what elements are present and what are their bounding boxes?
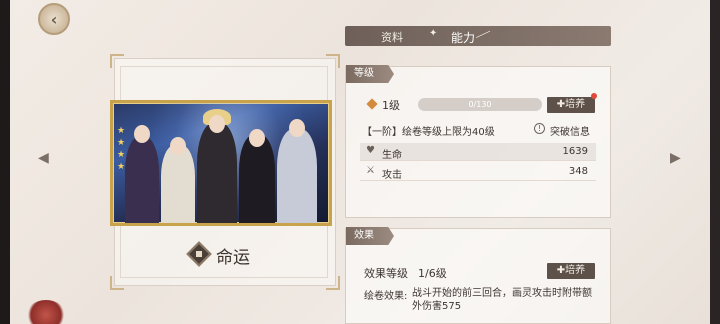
effect-train-button[interactable]: ✚培养: [547, 263, 595, 279]
frame-corner-ornament: [110, 276, 124, 290]
star-icon: ★: [117, 150, 126, 160]
crossed-swords-icon: ⚔: [366, 165, 375, 176]
scroll-card-artwork[interactable]: ★ ★ ★ ★: [110, 100, 332, 226]
card-title: 命运: [216, 248, 250, 268]
next-arrow-icon[interactable]: ▶: [670, 150, 681, 166]
tab-ability[interactable]: 能力: [451, 29, 475, 46]
frame-corner-ornament: [326, 54, 340, 68]
notification-dot: [591, 93, 597, 99]
level-diamond-icon: [366, 98, 378, 110]
exp-progress-text: 0/130: [468, 100, 492, 109]
character-head: [170, 137, 186, 155]
effect-section: 效果 效果等级 1/6级 ✚培养 绘卷效果: 战斗开始的前三回合，画灵攻击时附带…: [345, 227, 611, 324]
star-icon: ★: [117, 162, 126, 172]
tab-separator-icon: ✦: [429, 28, 438, 39]
level-limit-text: 【一阶】绘卷等级上限为40级: [362, 127, 495, 138]
stat-name: 攻击: [382, 170, 402, 181]
heart-icon: ♥: [366, 145, 375, 156]
stat-row-attack: ⚔ 攻击 348: [360, 163, 596, 181]
character-head: [249, 129, 265, 147]
left-screen-edge: [0, 0, 10, 324]
prev-arrow-icon[interactable]: ◀: [38, 150, 49, 166]
rose-decoration: [26, 300, 66, 324]
frame-corner-ornament: [326, 276, 340, 290]
back-button[interactable]: ‹: [38, 3, 70, 35]
level-section: 等级 1级 0/130 ✚培养 【一阶】绘卷等级上限为40级 ! 突破信息 ♥ …: [345, 65, 611, 218]
stat-value: 1639: [562, 146, 588, 157]
character-figure: [197, 123, 237, 223]
level-section-title: 等级: [346, 65, 394, 83]
effect-section-title: 效果: [346, 227, 394, 245]
stat-value: 348: [568, 166, 588, 177]
stat-row-hp: ♥ 生命 1639: [360, 143, 596, 161]
effect-desc-text: 战斗开始的前三回合，画灵攻击时附带额外伤害575: [412, 288, 592, 312]
frame-corner-ornament: [110, 54, 124, 68]
detail-panel: 资料 ✦ 能力 ／ 等级 1级 0/130 ✚培养 【一阶】绘卷等级上限为40级…: [345, 22, 611, 324]
character-figure: [161, 145, 195, 223]
alert-icon[interactable]: !: [534, 123, 545, 134]
character-head: [289, 119, 305, 137]
tab-info[interactable]: 资料: [381, 29, 403, 45]
quill-icon: ／: [474, 26, 491, 44]
star-icon: ★: [117, 126, 126, 136]
right-screen-edge: [710, 0, 720, 324]
level-train-button[interactable]: ✚培养: [547, 97, 595, 113]
stat-name: 生命: [382, 150, 402, 161]
effect-level-value: 1/6级: [418, 267, 447, 280]
effect-desc-label: 绘卷效果:: [364, 291, 408, 302]
rarity-stars: ★ ★ ★ ★: [117, 125, 137, 173]
character-head: [209, 115, 225, 133]
tab-bar: 资料 ✦ 能力 ／: [345, 26, 611, 46]
exp-progress-bar: 0/130: [418, 98, 542, 111]
star-icon: ★: [117, 138, 126, 148]
character-figure: [239, 135, 275, 223]
back-arrow-icon: ‹: [50, 9, 58, 29]
level-label: 1级: [382, 99, 400, 112]
character-figure: [277, 129, 317, 223]
breakthrough-info-link[interactable]: 突破信息: [550, 123, 590, 138]
effect-level-label: 效果等级: [364, 267, 408, 280]
